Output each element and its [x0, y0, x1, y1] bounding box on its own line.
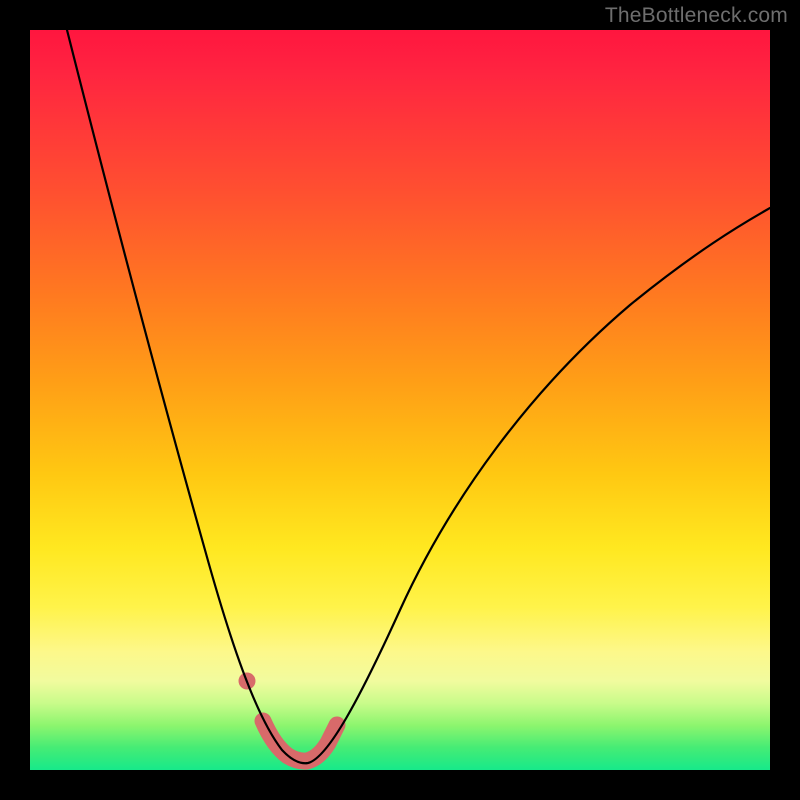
bottleneck-curve-svg: [30, 30, 770, 770]
chart-frame: TheBottleneck.com: [0, 0, 800, 800]
watermark-text: TheBottleneck.com: [605, 4, 788, 28]
plot-area: [30, 30, 770, 770]
bottleneck-curve: [67, 30, 770, 763]
highlight-segment: [263, 721, 337, 761]
